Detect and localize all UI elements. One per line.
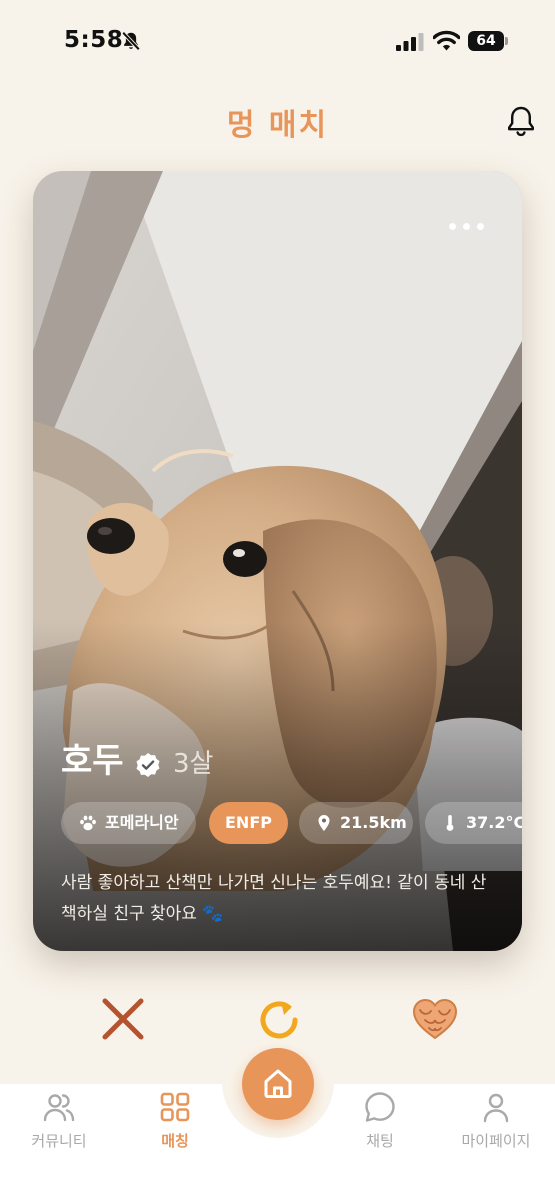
more-dot	[463, 223, 470, 230]
paw-icon	[80, 815, 96, 831]
more-dot	[449, 223, 456, 230]
nav-community-label: 커뮤니티	[31, 1132, 87, 1150]
chat-bubble-icon	[365, 1092, 395, 1122]
mbti-tag: ENFP	[209, 802, 288, 844]
status-bar: 5:58 64	[0, 0, 555, 80]
person-icon	[483, 1093, 509, 1123]
temperature-label: 37.2°C	[466, 813, 522, 832]
battery-level: 64	[468, 31, 504, 51]
nav-mypage-label: 마이페이지	[461, 1132, 531, 1150]
location-pin-icon	[318, 815, 330, 831]
temperature-tag: 37.2°C	[425, 802, 522, 844]
distance-label: 21.5km	[340, 813, 407, 832]
home-button[interactable]	[242, 1048, 314, 1120]
grid-icon	[160, 1092, 190, 1122]
nav-chat[interactable]: 채팅	[325, 1088, 435, 1158]
rewind-icon[interactable]	[254, 994, 304, 1044]
nav-mypage[interactable]: 마이페이지	[441, 1088, 551, 1158]
dog-description: 사람 좋아하고 산책만 나가면 신나는 호두예요! 같이 동네 산책하실 친구 …	[61, 873, 487, 924]
thermometer-icon	[446, 815, 454, 831]
like-heart-icon[interactable]	[410, 994, 460, 1044]
nav-match-label: 매칭	[161, 1132, 189, 1150]
cellular-signal-icon	[396, 33, 424, 51]
profile-card[interactable]: 호두 3살 포메라니안 ENFP 21.5km 37.2°C 사람 좋아하고 산…	[33, 171, 522, 951]
nav-community[interactable]: 커뮤니티	[4, 1088, 114, 1158]
breed-label: 포메라니안	[105, 813, 179, 832]
profile-tags: 포메라니안 ENFP 21.5km 37.2°C	[61, 802, 522, 844]
pass-x-icon[interactable]	[98, 994, 148, 1044]
dog-age: 3살	[173, 749, 214, 779]
battery-cap	[505, 37, 508, 45]
nav-match[interactable]: 매칭	[120, 1088, 230, 1158]
match-screen: 5:58 64 멍 매치 호두 3살 포메라니안 ENFP 21.5km 37.…	[0, 0, 555, 1200]
community-icon	[43, 1094, 75, 1122]
status-time: 5:58	[64, 27, 124, 53]
app-title: 멍 매치	[226, 108, 329, 143]
battery-icon: 64	[468, 31, 508, 51]
nav-chat-label: 채팅	[366, 1132, 394, 1150]
more-options-icon[interactable]	[445, 211, 489, 239]
home-icon	[264, 1069, 292, 1098]
distance-tag: 21.5km	[299, 802, 413, 844]
dog-name: 호두	[61, 741, 124, 781]
verified-badge-icon	[136, 753, 160, 777]
bell-off-icon	[121, 31, 141, 51]
more-dot	[477, 223, 484, 230]
breed-tag: 포메라니안	[61, 802, 196, 844]
notification-bell-icon[interactable]	[503, 103, 539, 139]
wifi-icon	[433, 30, 460, 51]
